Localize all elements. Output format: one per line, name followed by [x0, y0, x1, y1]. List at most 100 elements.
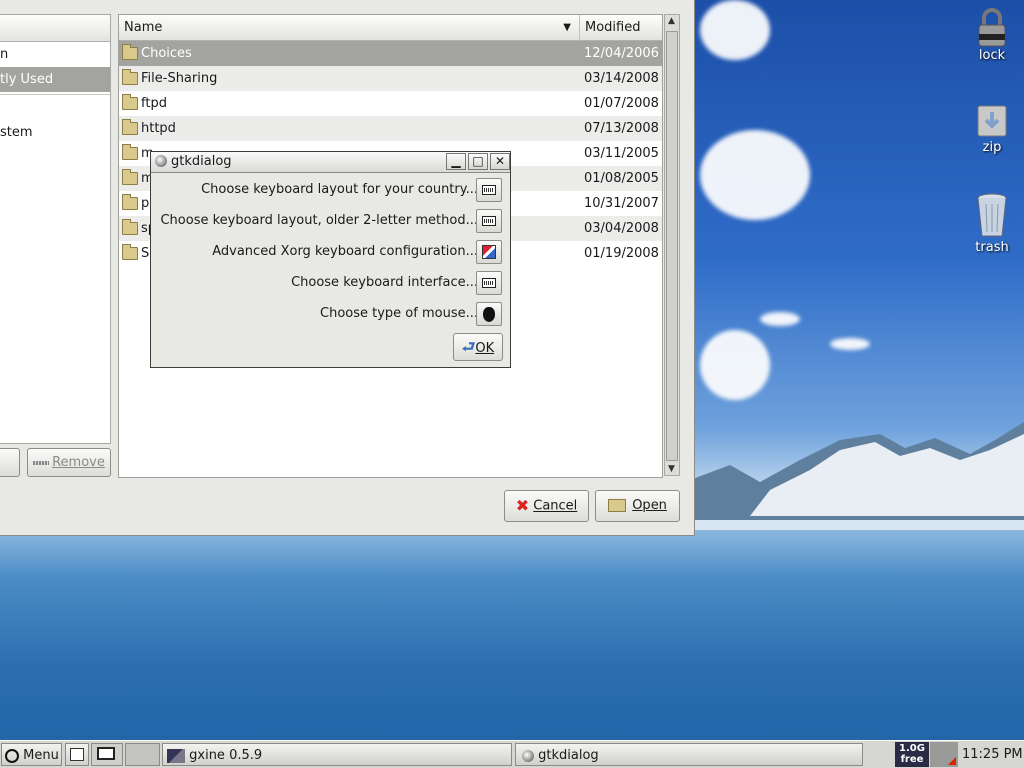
xorg-keyboard-config-button[interactable] — [476, 240, 502, 264]
folder-icon — [122, 119, 138, 135]
file-name: p — [141, 196, 150, 211]
file-row[interactable]: Choices 12/04/2006 — [119, 41, 662, 66]
cloud — [700, 0, 770, 60]
folder-icon — [122, 94, 138, 110]
column-header-name[interactable]: Name ▼ — [119, 15, 580, 41]
file-name: S — [141, 246, 150, 261]
scroll-down-icon[interactable]: ▼ — [668, 464, 675, 474]
desktop-icon-zip[interactable]: zip — [962, 100, 1022, 155]
keyboard-interface-button[interactable] — [476, 271, 502, 295]
snowy-mountains — [690, 422, 1024, 530]
pager[interactable] — [125, 743, 160, 766]
window-menu-icon[interactable] — [155, 155, 167, 167]
file-list-scrollbar[interactable]: ▲ ▼ — [664, 14, 680, 476]
file-modified: 03/04/2008 — [584, 221, 659, 236]
ok-return-icon: ⮐ — [461, 338, 476, 356]
places-item[interactable]: n — [0, 42, 110, 67]
gxine-icon — [167, 748, 185, 763]
remove-bookmark-button[interactable]: Remove — [27, 448, 111, 477]
scrollbar-thumb[interactable] — [666, 31, 678, 461]
minimize-icon[interactable]: ▁ — [446, 153, 466, 170]
desktop-icon-label: trash — [975, 240, 1009, 255]
folder-icon — [122, 194, 138, 210]
gtkdialog-icon — [522, 749, 534, 762]
quicklaunch-desktop-icon[interactable] — [91, 743, 123, 766]
cloud — [830, 338, 870, 350]
monitor-icon — [97, 747, 115, 760]
places-item-label: stem — [0, 125, 33, 140]
places-item-filesystem[interactable]: stem — [0, 120, 110, 145]
column-header-modified-label: Modified — [585, 20, 641, 35]
desktop-icon-trash[interactable]: trash — [962, 192, 1022, 255]
network-status-icon[interactable] — [930, 742, 958, 767]
places-item-recently-used[interactable]: tly Used — [0, 67, 110, 92]
close-icon[interactable]: ✕ — [490, 153, 510, 170]
quicklaunch-editor-icon[interactable] — [65, 743, 89, 766]
keyboard-layout-country-button[interactable] — [476, 178, 502, 202]
editor-icon — [70, 748, 84, 761]
mouse-type-button[interactable] — [476, 302, 502, 326]
file-row[interactable]: httpd 07/13/2008 — [119, 116, 662, 141]
desktop-icon-lock[interactable]: lock — [962, 8, 1022, 63]
file-modified: 01/19/2008 — [584, 246, 659, 261]
file-modified: 07/13/2008 — [584, 121, 659, 136]
menu-button[interactable]: Menu — [1, 743, 62, 766]
mouse-icon — [483, 307, 495, 322]
ok-label: OK — [475, 341, 495, 356]
task-button-gtkdialog[interactable]: gtkdialog — [515, 743, 863, 766]
option-xorg-keyboard-config: Advanced Xorg keyboard configuration... — [212, 244, 478, 259]
desktop-icon-label: lock — [978, 48, 1006, 63]
gtkdialog-window: gtkdialog ▁ □ ✕ Choose keyboard layout f… — [150, 151, 511, 368]
zip-icon — [975, 100, 1009, 138]
open-folder-icon — [608, 499, 627, 512]
places-item-label: tly Used — [0, 72, 54, 87]
file-modified: 03/14/2008 — [584, 71, 659, 86]
file-name: ftpd — [141, 96, 167, 111]
places-item[interactable] — [0, 95, 110, 120]
file-modified: 01/08/2005 — [584, 171, 659, 186]
option-keyboard-interface: Choose keyboard interface... — [291, 275, 478, 290]
folder-icon — [122, 219, 138, 235]
folder-icon — [122, 69, 138, 85]
file-name: Choices — [141, 46, 192, 61]
keyboard-layout-2letter-button[interactable] — [476, 209, 502, 233]
keyboard-icon — [482, 185, 496, 195]
cancel-button[interactable]: ✖ Cancel — [504, 490, 589, 522]
ok-button[interactable]: ⮐OK — [453, 333, 503, 361]
open-button[interactable]: Open — [595, 490, 680, 522]
disk-free-indicator[interactable]: 1.0G free — [895, 742, 929, 767]
column-header-modified[interactable]: Modified — [580, 15, 662, 41]
file-row[interactable]: ftpd 01/07/2008 — [119, 91, 662, 116]
lock-icon — [975, 8, 1009, 47]
file-modified: 03/11/2005 — [584, 146, 659, 161]
cloud — [700, 130, 810, 220]
remove-icon — [33, 460, 50, 465]
cancel-icon: ✖ — [515, 496, 530, 515]
file-row[interactable]: File-Sharing 03/14/2008 — [119, 66, 662, 91]
cloud — [700, 330, 770, 400]
scroll-up-icon[interactable]: ▲ — [668, 16, 675, 26]
task-button-gxine[interactable]: gxine 0.5.9 — [162, 743, 512, 766]
taskbar: Menu gxine 0.5.9 gtkdialog 1.0G free 11:… — [0, 740, 1024, 768]
folder-icon — [122, 44, 138, 60]
desktop-icon-label: zip — [982, 140, 1002, 155]
keyboard-icon — [482, 278, 496, 288]
open-label: Open — [632, 498, 667, 513]
add-bookmark-button[interactable] — [0, 448, 20, 477]
file-modified: 12/04/2006 — [584, 46, 659, 61]
places-item-label: n — [0, 47, 9, 62]
menu-icon — [5, 748, 19, 763]
trash-icon — [975, 192, 1009, 238]
places-sidebar: n tly Used stem — [0, 14, 111, 444]
task-label: gtkdialog — [538, 748, 599, 763]
folder-icon — [122, 144, 138, 160]
file-modified: 10/31/2007 — [584, 196, 659, 211]
maximize-icon[interactable]: □ — [468, 153, 488, 170]
keyboard-icon — [482, 216, 496, 226]
sort-descending-icon: ▼ — [563, 22, 571, 33]
column-header-name-label: Name — [124, 20, 163, 35]
disk-free-label: free — [900, 754, 924, 765]
clock[interactable]: 11:25 PM — [962, 741, 1024, 768]
dialog-titlebar[interactable]: gtkdialog ▁ □ ✕ — [151, 152, 510, 173]
option-keyboard-layout-country: Choose keyboard layout for your country.… — [201, 182, 478, 197]
